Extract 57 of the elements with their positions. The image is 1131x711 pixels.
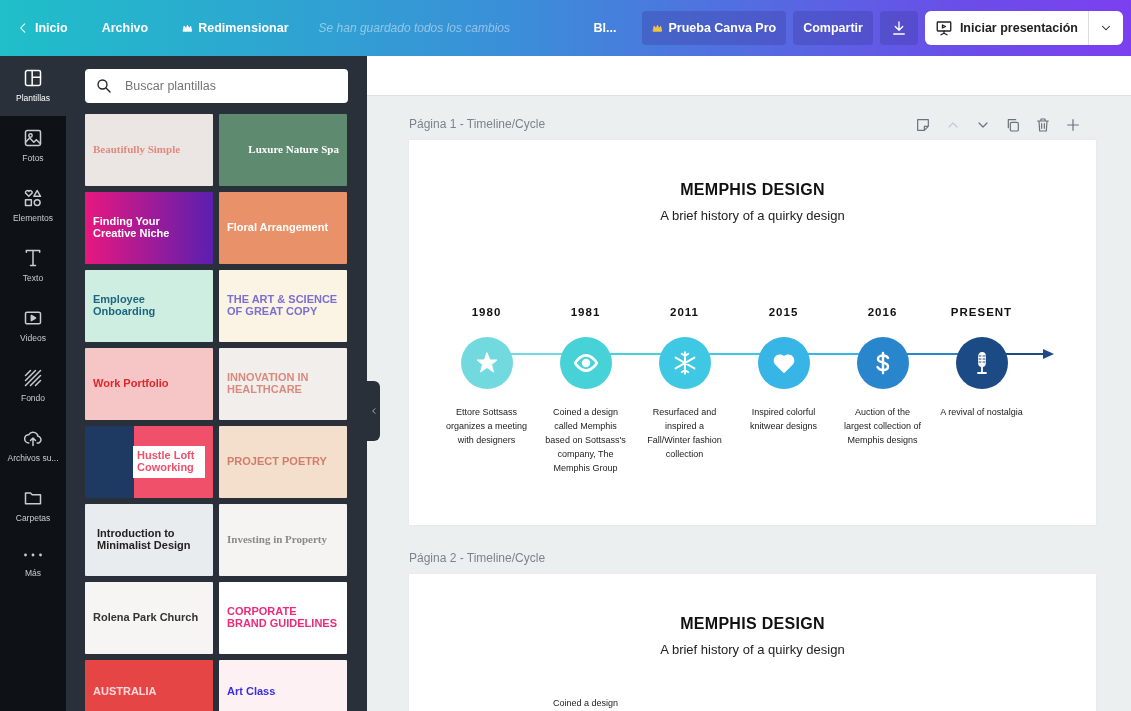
crown-icon <box>652 22 664 34</box>
template-thumbnail[interactable]: Hustle Loft Coworking <box>85 426 213 498</box>
pro-trial-button[interactable]: Prueba Canva Pro <box>642 11 787 45</box>
slide-title: MEMPHIS DESIGN <box>679 180 826 200</box>
slide-subtitle: A brief history of a quirky design <box>659 641 846 659</box>
search-icon <box>95 77 113 95</box>
star-icon <box>474 350 499 375</box>
template-thumbnail[interactable]: Luxure Nature Spa <box>219 114 347 186</box>
milestone-text: Inspired colorful knitwear designs <box>748 405 818 433</box>
sidebar-item[interactable]: Plantillas <box>0 56 66 116</box>
template-thumbnail[interactable]: THE ART & SCIENCE OF GREAT COPY <box>219 270 347 342</box>
stripes-icon <box>23 367 43 388</box>
plus-icon <box>1065 116 1081 133</box>
page-label: Página 2 - Timeline/Cycle <box>409 550 546 567</box>
template-thumbnail[interactable]: Employee Onboarding <box>85 270 213 342</box>
year-label: 1981 <box>570 304 601 320</box>
download-button[interactable] <box>879 11 918 45</box>
year-label: 2011 <box>670 304 699 320</box>
template-thumbnail[interactable]: Investing in Property <box>219 504 347 576</box>
template-thumbnail[interactable]: Rolena Park Church <box>85 582 213 654</box>
note-icon <box>915 116 931 133</box>
present-options-button[interactable] <box>1088 11 1123 45</box>
milestone-text: Auction of the largest collection of Memphis designs <box>842 405 922 447</box>
milestone-text: Coined a design called Memphis based on Sottsass's company, The Memphis Group <box>544 405 627 475</box>
template-thumbnail[interactable]: Finding Your Creative Niche <box>85 192 213 264</box>
year-label: 2016 <box>867 304 898 320</box>
document-title: Bl... <box>593 19 617 37</box>
year-label: 1980 <box>471 304 502 320</box>
share-button[interactable]: Compartir <box>793 11 873 45</box>
template-thumbnail[interactable]: Work Portfolio <box>85 348 213 420</box>
search-field[interactable]: Buscar plantillas <box>85 69 348 103</box>
milestone-text: Ettore Sottsass organizes a meeting with designers <box>444 405 529 447</box>
year-label: 2015 <box>768 304 799 320</box>
chevron-left-icon <box>369 407 378 415</box>
collapse-panel-handle[interactable] <box>367 381 380 441</box>
shapes-icon <box>23 187 43 208</box>
year-label: PRESENT <box>950 304 1013 320</box>
present-button[interactable]: Iniciar presentación <box>924 11 1088 45</box>
image-icon <box>23 127 43 148</box>
template-thumbnail[interactable]: AUSTRALIA <box>85 660 213 711</box>
milestone-text: Coined a design <box>551 696 620 710</box>
template-thumbnail[interactable]: Art Class <box>219 660 347 711</box>
save-status: Se han guardado todos los cambios <box>318 20 510 37</box>
template-thumbnail[interactable]: CORPORATE BRAND GUIDELINES <box>219 582 347 654</box>
layout-icon <box>23 67 43 88</box>
text-icon <box>23 247 43 268</box>
presentation-icon <box>934 19 953 37</box>
template-thumbnail[interactable]: Introduction to Minimalist Design <box>85 504 213 576</box>
page-label: Página 1 - Timeline/Cycle <box>409 116 546 133</box>
slide-subtitle: A brief history of a quirky design <box>659 207 846 225</box>
trash-icon <box>1035 116 1051 133</box>
milestone-text: Resurfaced and inspired a Fall/Winter fashion collection <box>646 405 723 461</box>
slide-title: MEMPHIS DESIGN <box>679 614 826 634</box>
milestone-text: A revival of nostalgia <box>939 405 1024 419</box>
copy-icon <box>1005 116 1021 133</box>
crown-icon <box>182 22 194 34</box>
more-icon <box>24 552 42 557</box>
